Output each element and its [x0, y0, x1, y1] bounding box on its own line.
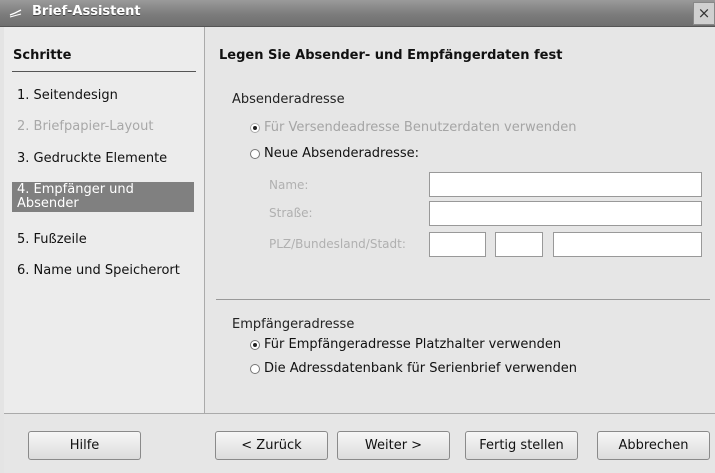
- recipient-database-label: Die Adressdatenbank für Serienbrief verw…: [264, 361, 577, 376]
- radio-selected-icon: [250, 122, 260, 133]
- sender-new-address-radio[interactable]: Neue Absenderadresse:: [250, 146, 419, 161]
- section-divider: [216, 299, 710, 300]
- help-button[interactable]: Hilfe: [28, 431, 141, 460]
- next-button[interactable]: Weiter >: [337, 431, 450, 460]
- sender-user-data-label: Für Versendeadresse Benutzerdaten verwen…: [264, 120, 577, 135]
- step-letterhead-layout: 2. Briefpapier-Layout: [17, 119, 154, 134]
- step-page-design[interactable]: 1. Seitendesign: [12, 88, 194, 104]
- zip-input[interactable]: [429, 232, 486, 257]
- steps-pane: Schritte 1. Seitendesign 2. Briefpapier-…: [4, 27, 205, 413]
- window-title: Brief-Assistent: [32, 4, 141, 19]
- sender-user-data-radio: Für Versendeadresse Benutzerdaten verwen…: [250, 120, 576, 135]
- cancel-button[interactable]: Abbrechen: [597, 431, 710, 460]
- name-input[interactable]: [429, 172, 702, 197]
- steps-heading: Schritte: [13, 48, 72, 63]
- title-bar: Brief-Assistent ×: [0, 0, 715, 27]
- state-input[interactable]: [495, 232, 543, 257]
- radio-unselected-icon: [250, 363, 260, 374]
- writer-app-icon: [9, 9, 22, 18]
- step-printed-elements[interactable]: 3. Gedruckte Elemente: [12, 151, 194, 167]
- recipient-section-label: Empfängeradresse: [232, 317, 355, 332]
- steps-divider: [12, 71, 196, 72]
- wizard-window: Schritte 1. Seitendesign 2. Briefpapier-…: [4, 27, 715, 473]
- name-label: Name:: [269, 178, 309, 192]
- recipient-database-radio[interactable]: Die Adressdatenbank für Serienbrief verw…: [250, 361, 577, 376]
- step-name-location[interactable]: 6. Name und Speicherort: [12, 263, 194, 279]
- street-label: Straße:: [269, 206, 313, 220]
- step-recipient-sender[interactable]: 4. Empfänger und Absender: [12, 182, 194, 212]
- zip-state-city-label: PLZ/Bundesland/Stadt:: [269, 237, 406, 251]
- street-input[interactable]: [429, 201, 702, 226]
- page-title: Legen Sie Absender- und Empfängerdaten f…: [219, 48, 563, 63]
- city-input[interactable]: [553, 232, 702, 257]
- sender-section-label: Absenderadresse: [232, 92, 345, 107]
- radio-unselected-icon: [250, 148, 260, 159]
- sender-new-address-label: Neue Absenderadresse:: [264, 146, 420, 161]
- finish-button[interactable]: Fertig stellen: [465, 431, 578, 460]
- recipient-placeholder-label: Für Empfängeradresse Platzhalter verwend…: [264, 337, 562, 352]
- radio-selected-icon: [250, 339, 260, 350]
- recipient-placeholder-radio[interactable]: Für Empfängeradresse Platzhalter verwend…: [250, 337, 561, 352]
- close-icon[interactable]: ×: [693, 2, 715, 25]
- button-bar-divider: [4, 413, 715, 414]
- step-footer[interactable]: 5. Fußzeile: [12, 232, 194, 248]
- back-button[interactable]: < Zurück: [215, 431, 328, 460]
